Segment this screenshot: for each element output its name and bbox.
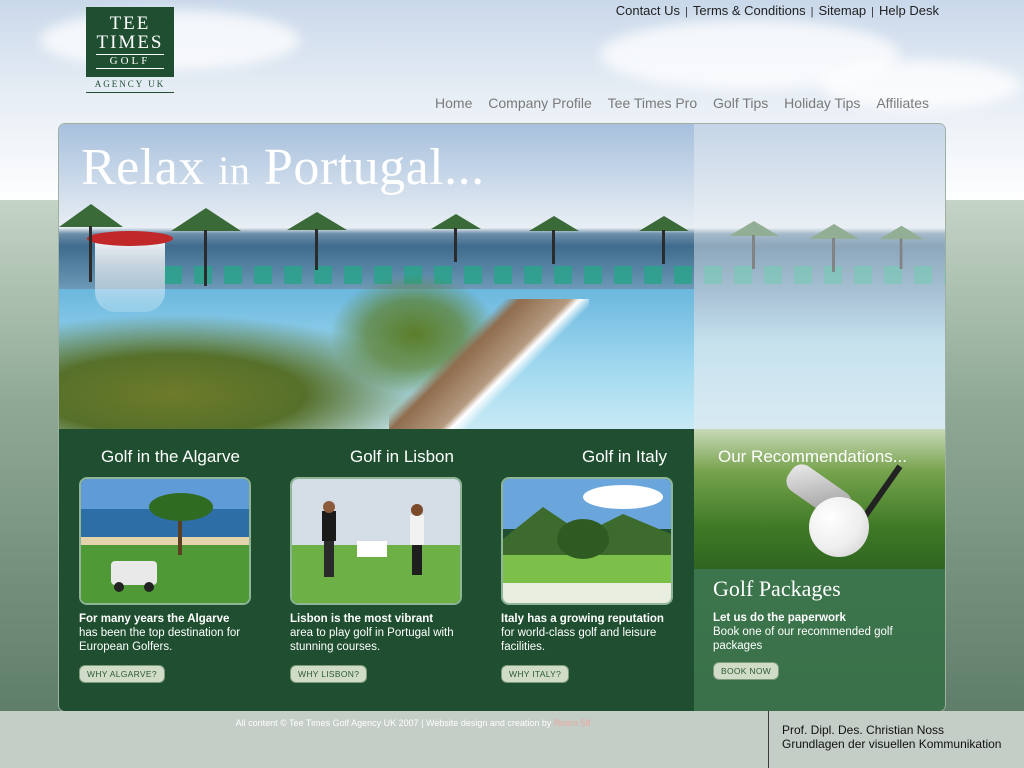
column-text: Lisbon is the most vibrant area to play g…: [290, 612, 480, 654]
logo-line-2: TIMES: [96, 32, 164, 53]
top-link-sitemap[interactable]: Sitemap: [818, 3, 866, 18]
column-heading: Golf in Lisbon: [350, 447, 454, 466]
top-link-contact[interactable]: Contact Us: [616, 3, 680, 18]
column-text-body: has been the top destination for Europea…: [79, 627, 241, 653]
logo-line-1: TEE: [109, 13, 151, 34]
italy-photo-icon: [503, 479, 671, 603]
main-frame: Relax in Portugal... Golf in the Algarve…: [58, 123, 946, 712]
column-text: Italy has a growing reputation for world-…: [501, 612, 691, 654]
nav-company-profile[interactable]: Company Profile: [488, 95, 592, 111]
main-nav: Home Company Profile Tee Times Pro Golf …: [423, 95, 929, 111]
nav-golf-tips[interactable]: Golf Tips: [713, 95, 768, 111]
umbrella-icon: [59, 204, 123, 282]
nav-affiliates[interactable]: Affiliates: [876, 95, 929, 111]
separator: |: [685, 6, 688, 18]
golf-packages-title[interactable]: Golf Packages: [713, 576, 841, 602]
why-italy-button[interactable]: WHY ITALY?: [501, 665, 570, 683]
hero-image: Relax in Portugal...: [59, 124, 945, 429]
top-link-help[interactable]: Help Desk: [879, 3, 939, 18]
recommendations-panel: Our Recommendations... Golf Packages Let…: [694, 429, 945, 711]
pool-edge-rocks: [389, 299, 589, 429]
column-text-body: area to play golf in Portugal with stunn…: [290, 627, 454, 653]
nav-tee-times-pro[interactable]: Tee Times Pro: [608, 95, 697, 111]
logo-subtitle: AGENCY UK: [86, 79, 174, 93]
separator: |: [871, 6, 875, 18]
hero-title-word-2: in: [218, 148, 251, 193]
footer-copyright-text: All content © Tee Times Golf Agency UK 2…: [235, 718, 552, 728]
umbrella-icon: [431, 214, 481, 262]
hero-overlay-panel: [694, 124, 945, 429]
umbrella-icon: [529, 216, 579, 264]
logo[interactable]: TEE TIMES GOLF: [86, 7, 174, 77]
umbrella-icon: [171, 208, 241, 286]
lisbon-photo-icon: [292, 479, 460, 603]
nav-holiday-tips[interactable]: Holiday Tips: [784, 95, 860, 111]
footer-copyright: All content © Tee Times Golf Agency UK 2…: [58, 718, 768, 728]
golf-ball-icon: [809, 497, 869, 557]
column-text-body: for world-class golf and leisure facilit…: [501, 627, 657, 653]
column-text: For many years the Algarve has been the t…: [79, 612, 269, 654]
why-lisbon-button[interactable]: WHY LISBON?: [290, 665, 368, 683]
destinations-panel: Golf in the Algarve For many years the A…: [59, 429, 694, 711]
book-now-button[interactable]: BOOK NOW: [713, 662, 780, 680]
golf-packages-body: Book one of our recommended golf package…: [713, 626, 893, 652]
umbrella-icon: [287, 212, 347, 270]
footer-divider: [768, 711, 769, 768]
separator: |: [810, 6, 814, 18]
golf-packages-bold: Let us do the paperwork: [713, 612, 846, 624]
top-links: Contact Us | Terms & Conditions | Sitemap | He…: [616, 3, 939, 18]
footer-credit-link[interactable]: Room 58: [554, 718, 591, 728]
column-text-bold: Lisbon is the most vibrant: [290, 613, 434, 625]
course-name: Grundlagen der visuellen Kommunikation: [782, 737, 1002, 751]
column-heading: Golf in the Algarve: [101, 447, 240, 466]
algarve-photo-icon: [81, 479, 249, 603]
algarve-image[interactable]: [79, 477, 251, 605]
italy-image[interactable]: [501, 477, 673, 605]
why-algarve-button[interactable]: WHY ALGARVE?: [79, 665, 165, 683]
hero-title-word-3: Portugal...: [263, 139, 485, 196]
column-text-bold: For many years the Algarve: [79, 613, 230, 625]
golf-packages-text: Let us do the paperwork Book one of our r…: [713, 611, 928, 653]
lisbon-image[interactable]: [290, 477, 462, 605]
nav-home[interactable]: Home: [435, 95, 472, 111]
umbrella-icon: [639, 216, 689, 264]
hero-title-word-1: Relax: [81, 139, 205, 196]
top-link-terms[interactable]: Terms & Conditions: [693, 3, 806, 18]
hero-title: Relax in Portugal...: [81, 138, 485, 197]
logo-line-3: GOLF: [96, 54, 164, 69]
column-text-bold: Italy has a growing reputation: [501, 613, 664, 625]
professor-name: Prof. Dipl. Des. Christian Noss: [782, 723, 945, 737]
professor-credit: Prof. Dipl. Des. Christian Noss Grundlag…: [782, 723, 1001, 751]
recommendations-heading: Our Recommendations...: [718, 447, 907, 466]
